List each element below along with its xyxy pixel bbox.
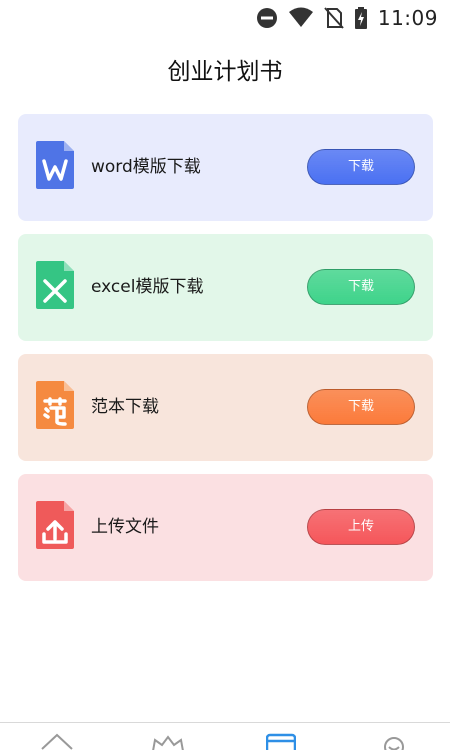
crown-icon[interactable] [150,731,186,750]
status-bar: 11:09 [0,0,450,36]
download-button[interactable]: 下载 [307,269,415,305]
card-upload-file: 上传文件 上传 [18,474,433,581]
card-label: 范本下载 [91,397,159,417]
download-button[interactable]: 下载 [307,389,415,425]
template-file-icon [36,381,74,429]
bottom-nav [0,722,450,750]
card-label: excel模版下载 [91,277,204,297]
upload-button[interactable]: 上传 [307,509,415,545]
card-template-file: 范本下载 下载 [18,354,433,461]
word-file-icon [36,141,74,189]
battery-charging-icon [354,7,367,29]
status-time: 11:09 [377,6,438,30]
page-title: 创业计划书 [167,59,283,85]
card-excel-file: excel模版下载 下载 [18,234,433,341]
download-button[interactable]: 下载 [307,149,415,185]
upload-file-icon [36,501,74,549]
do-not-disturb-icon [256,8,277,28]
card-word-file: word模版下载 下载 [18,114,433,221]
excel-file-icon [36,261,74,309]
home-icon[interactable] [40,731,74,750]
wifi-icon [288,7,313,27]
card-label: 上传文件 [91,517,159,537]
card-label: word模版下载 [91,157,201,177]
document-icon[interactable] [266,733,296,750]
no-sim-icon [324,7,344,29]
profile-icon[interactable] [382,735,406,750]
